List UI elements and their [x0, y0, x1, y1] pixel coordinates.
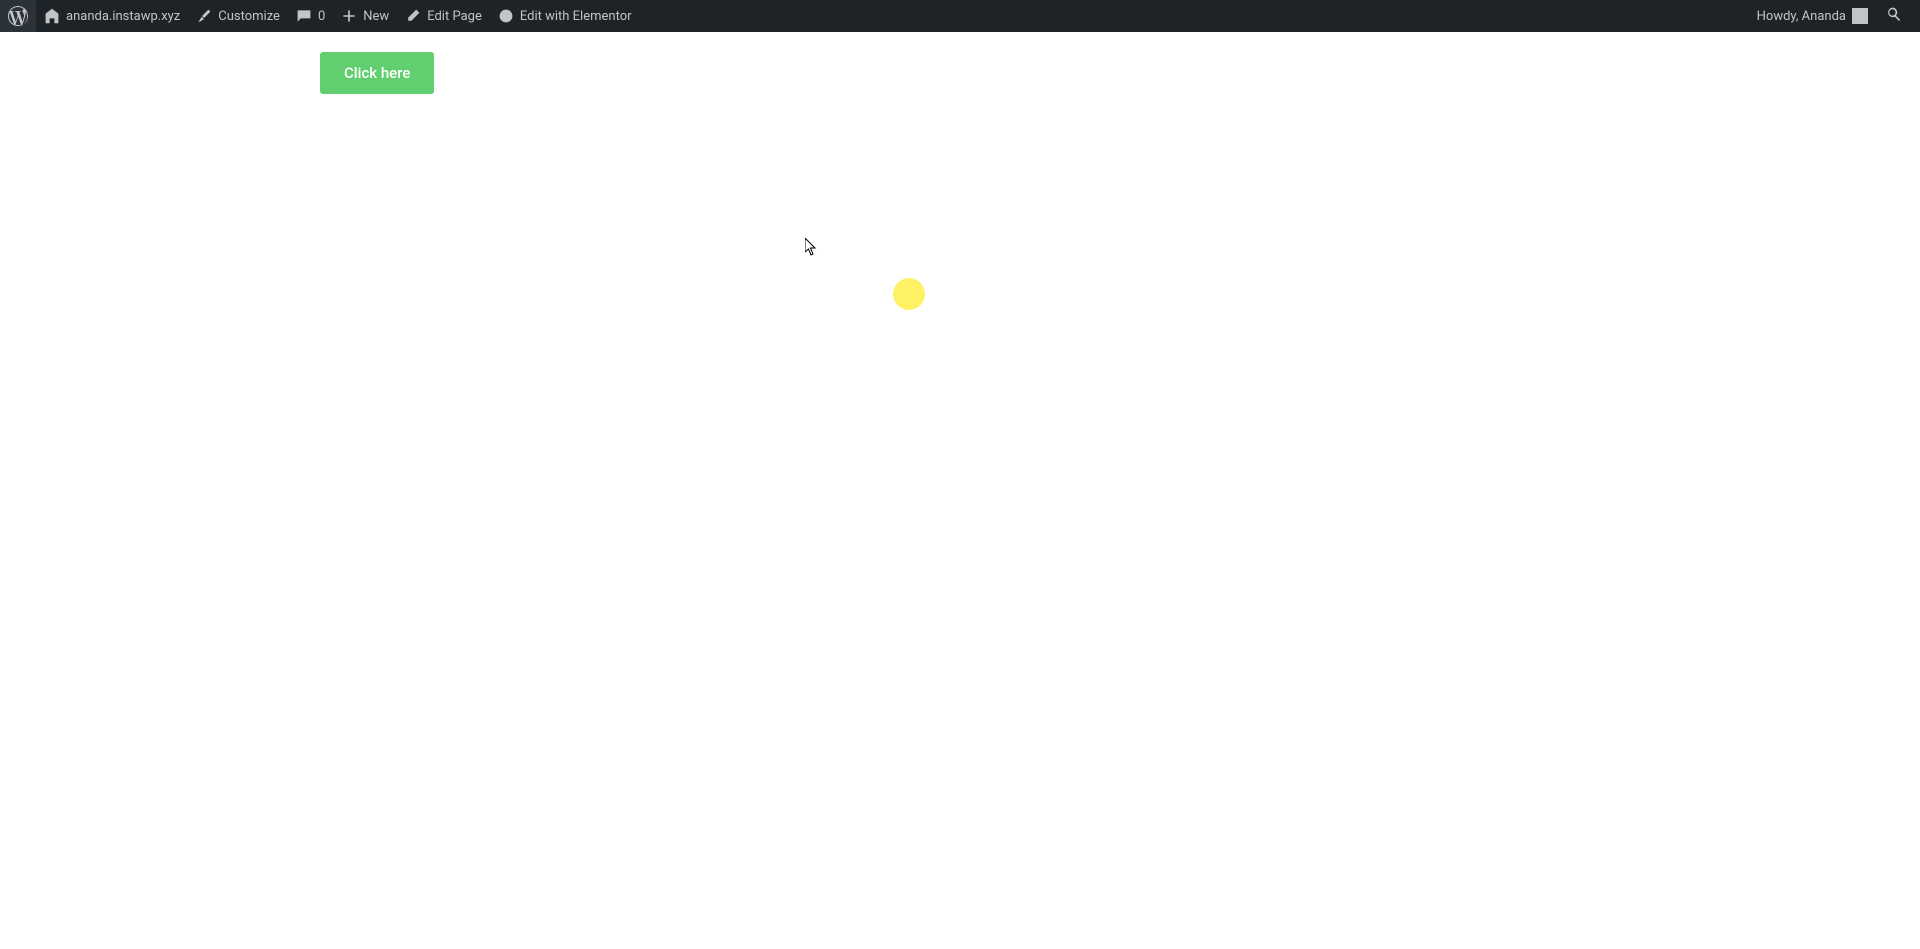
customize-label: Customize: [218, 9, 280, 24]
user-account-link[interactable]: Howdy, Ananda: [1749, 0, 1876, 32]
elementor-icon: [498, 8, 514, 24]
site-name-link[interactable]: ananda.instawp.xyz: [36, 0, 188, 32]
admin-bar-left: ananda.instawp.xyz Customize 0 New Edit …: [0, 0, 1749, 32]
edit-elementor-label: Edit with Elementor: [520, 9, 632, 24]
wp-admin-bar: ananda.instawp.xyz Customize 0 New Edit …: [0, 0, 1920, 32]
click-here-button[interactable]: Click here: [320, 52, 434, 94]
site-name-label: ananda.instawp.xyz: [66, 9, 180, 24]
comment-icon: [296, 8, 312, 24]
wp-logo[interactable]: [0, 0, 36, 32]
edit-page-link[interactable]: Edit Page: [397, 0, 490, 32]
search-toggle[interactable]: [1876, 0, 1912, 32]
pencil-icon: [405, 8, 421, 24]
comments-link[interactable]: 0: [288, 0, 333, 32]
avatar: [1852, 8, 1868, 24]
search-icon: [1886, 6, 1902, 26]
edit-elementor-link[interactable]: Edit with Elementor: [490, 0, 640, 32]
yellow-circle-marker: [893, 278, 925, 310]
plus-icon: [341, 8, 357, 24]
customize-link[interactable]: Customize: [188, 0, 288, 32]
wordpress-icon: [8, 6, 28, 26]
new-label: New: [363, 9, 389, 24]
page-content: Click here: [0, 0, 1920, 949]
edit-page-label: Edit Page: [427, 9, 482, 24]
home-icon: [44, 8, 60, 24]
comments-count: 0: [318, 9, 325, 24]
admin-bar-right: Howdy, Ananda: [1749, 0, 1920, 32]
new-link[interactable]: New: [333, 0, 397, 32]
paintbrush-icon: [196, 8, 212, 24]
mouse-cursor: [805, 238, 819, 260]
greeting-label: Howdy, Ananda: [1757, 9, 1846, 24]
